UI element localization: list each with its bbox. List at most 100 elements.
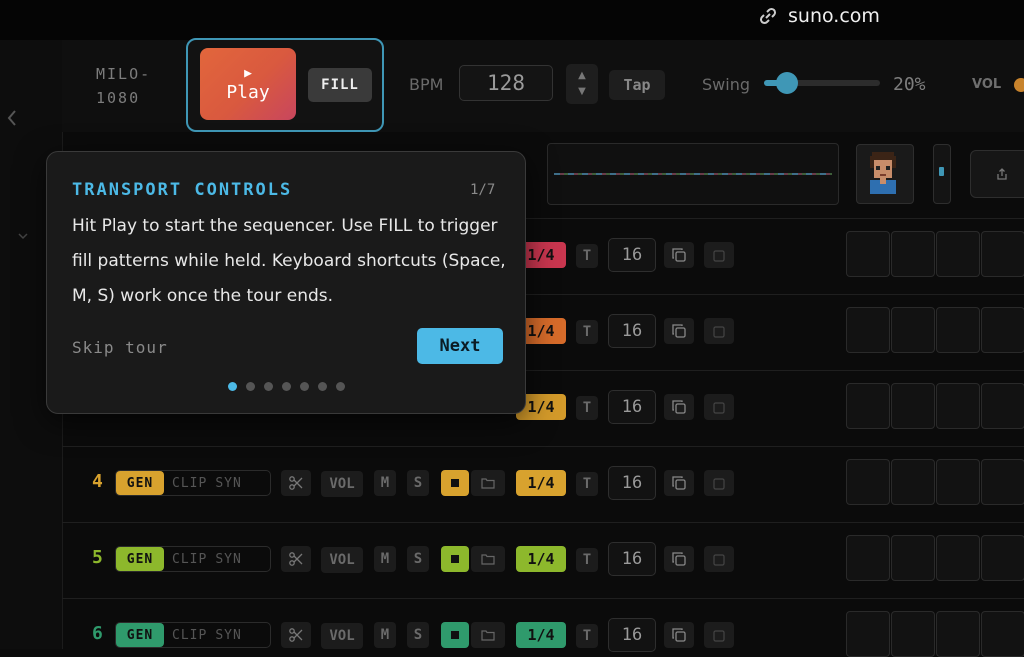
folder-button[interactable] bbox=[471, 470, 505, 496]
cut-button[interactable] bbox=[281, 622, 311, 648]
duplicate-button[interactable] bbox=[664, 622, 694, 648]
solo-button[interactable]: S bbox=[407, 470, 429, 496]
triplet-button[interactable]: T bbox=[576, 396, 598, 420]
step-pad[interactable] bbox=[846, 459, 890, 505]
clear-button[interactable] bbox=[704, 470, 734, 496]
step-pad[interactable] bbox=[846, 611, 890, 657]
step-pad[interactable] bbox=[891, 535, 935, 581]
gen-option[interactable]: GEN bbox=[116, 623, 164, 647]
step-pad[interactable] bbox=[846, 535, 890, 581]
folder-button[interactable] bbox=[471, 546, 505, 572]
step-pad[interactable] bbox=[936, 383, 980, 429]
duplicate-button[interactable] bbox=[664, 394, 694, 420]
clip-option[interactable]: CLIP bbox=[172, 628, 207, 643]
syn-option[interactable]: SYN bbox=[215, 476, 241, 491]
triplet-button[interactable]: T bbox=[576, 472, 598, 496]
step-pad[interactable] bbox=[981, 535, 1024, 581]
clear-button[interactable] bbox=[704, 546, 734, 572]
syn-option[interactable]: SYN bbox=[215, 628, 241, 643]
triplet-button[interactable]: T bbox=[576, 244, 598, 268]
duplicate-button[interactable] bbox=[664, 470, 694, 496]
division-button[interactable]: 1/4 bbox=[516, 622, 566, 648]
step-pad[interactable] bbox=[891, 459, 935, 505]
tour-step-dot[interactable] bbox=[246, 382, 255, 391]
track-volume-button[interactable]: VOL bbox=[321, 623, 363, 649]
duplicate-button[interactable] bbox=[664, 242, 694, 268]
step-pad[interactable] bbox=[981, 459, 1024, 505]
step-pad[interactable] bbox=[891, 307, 935, 353]
mute-button[interactable]: M bbox=[374, 622, 396, 648]
duplicate-button[interactable] bbox=[664, 318, 694, 344]
step-pad[interactable] bbox=[936, 231, 980, 277]
step-count-input[interactable]: 16 bbox=[608, 618, 656, 652]
step-count-input[interactable]: 16 bbox=[608, 390, 656, 424]
clip-option[interactable]: CLIP bbox=[172, 476, 207, 491]
tap-tempo-button[interactable]: Tap bbox=[609, 70, 665, 100]
bpm-stepper[interactable]: ▲ ▼ bbox=[566, 64, 598, 104]
tour-step-dot[interactable] bbox=[300, 382, 309, 391]
track-active-toggle[interactable] bbox=[441, 622, 469, 648]
tour-step-dot[interactable] bbox=[228, 382, 237, 391]
fill-button[interactable]: FILL bbox=[308, 68, 372, 102]
tour-step-dot[interactable] bbox=[336, 382, 345, 391]
panel-toggle[interactable] bbox=[933, 144, 951, 204]
track-volume-button[interactable]: VOL bbox=[321, 471, 363, 497]
step-pad[interactable] bbox=[981, 307, 1024, 353]
chevron-left-icon[interactable] bbox=[4, 108, 20, 128]
step-pad[interactable] bbox=[891, 611, 935, 657]
division-button[interactable]: 1/4 bbox=[516, 546, 566, 572]
chevron-up-icon[interactable]: ▲ bbox=[578, 68, 586, 84]
step-count-input[interactable]: 16 bbox=[608, 466, 656, 500]
step-pad[interactable] bbox=[936, 535, 980, 581]
division-button[interactable]: 1/4 bbox=[516, 470, 566, 496]
next-button[interactable]: Next bbox=[417, 328, 503, 364]
tour-step-dot[interactable] bbox=[282, 382, 291, 391]
step-pad[interactable] bbox=[936, 611, 980, 657]
track-active-toggle[interactable] bbox=[441, 546, 469, 572]
clip-option[interactable]: CLIP bbox=[172, 552, 207, 567]
solo-button[interactable]: S bbox=[407, 622, 429, 648]
step-pad[interactable] bbox=[981, 383, 1024, 429]
share-button[interactable] bbox=[970, 150, 1024, 198]
solo-button[interactable]: S bbox=[407, 546, 429, 572]
step-pad[interactable] bbox=[846, 307, 890, 353]
step-pad[interactable] bbox=[846, 383, 890, 429]
clear-button[interactable] bbox=[704, 318, 734, 344]
gen-option[interactable]: GEN bbox=[116, 547, 164, 571]
address-bar[interactable]: suno.com bbox=[758, 5, 880, 27]
clear-button[interactable] bbox=[704, 394, 734, 420]
cut-button[interactable] bbox=[281, 546, 311, 572]
cut-button[interactable] bbox=[281, 470, 311, 496]
mute-button[interactable]: M bbox=[374, 546, 396, 572]
step-pad[interactable] bbox=[936, 307, 980, 353]
track-source-selector[interactable]: GEN CLIP SYN bbox=[115, 470, 271, 496]
tour-step-dot[interactable] bbox=[264, 382, 273, 391]
syn-option[interactable]: SYN bbox=[215, 552, 241, 567]
track-volume-button[interactable]: VOL bbox=[321, 547, 363, 573]
step-pad[interactable] bbox=[891, 383, 935, 429]
play-button[interactable]: ▶ Play bbox=[200, 48, 296, 120]
step-count-input[interactable]: 16 bbox=[608, 542, 656, 576]
skip-tour-button[interactable]: Skip tour bbox=[72, 338, 168, 357]
triplet-button[interactable]: T bbox=[576, 548, 598, 572]
step-count-input[interactable]: 16 bbox=[608, 314, 656, 348]
step-pad[interactable] bbox=[981, 231, 1024, 277]
mute-button[interactable]: M bbox=[374, 470, 396, 496]
swing-slider[interactable] bbox=[764, 72, 880, 94]
gen-option[interactable]: GEN bbox=[116, 471, 164, 495]
clear-button[interactable] bbox=[704, 622, 734, 648]
bpm-input[interactable]: 128 bbox=[459, 65, 553, 101]
step-pad[interactable] bbox=[981, 611, 1024, 657]
triplet-button[interactable]: T bbox=[576, 624, 598, 648]
triplet-button[interactable]: T bbox=[576, 320, 598, 344]
track-source-selector[interactable]: GEN CLIP SYN bbox=[115, 622, 271, 648]
track-active-toggle[interactable] bbox=[441, 470, 469, 496]
clear-button[interactable] bbox=[704, 242, 734, 268]
step-pad[interactable] bbox=[846, 231, 890, 277]
step-count-input[interactable]: 16 bbox=[608, 238, 656, 272]
tour-step-dot[interactable] bbox=[318, 382, 327, 391]
step-pad[interactable] bbox=[891, 231, 935, 277]
chevron-down-icon[interactable]: ▼ bbox=[578, 84, 586, 100]
folder-button[interactable] bbox=[471, 622, 505, 648]
track-source-selector[interactable]: GEN CLIP SYN bbox=[115, 546, 271, 572]
